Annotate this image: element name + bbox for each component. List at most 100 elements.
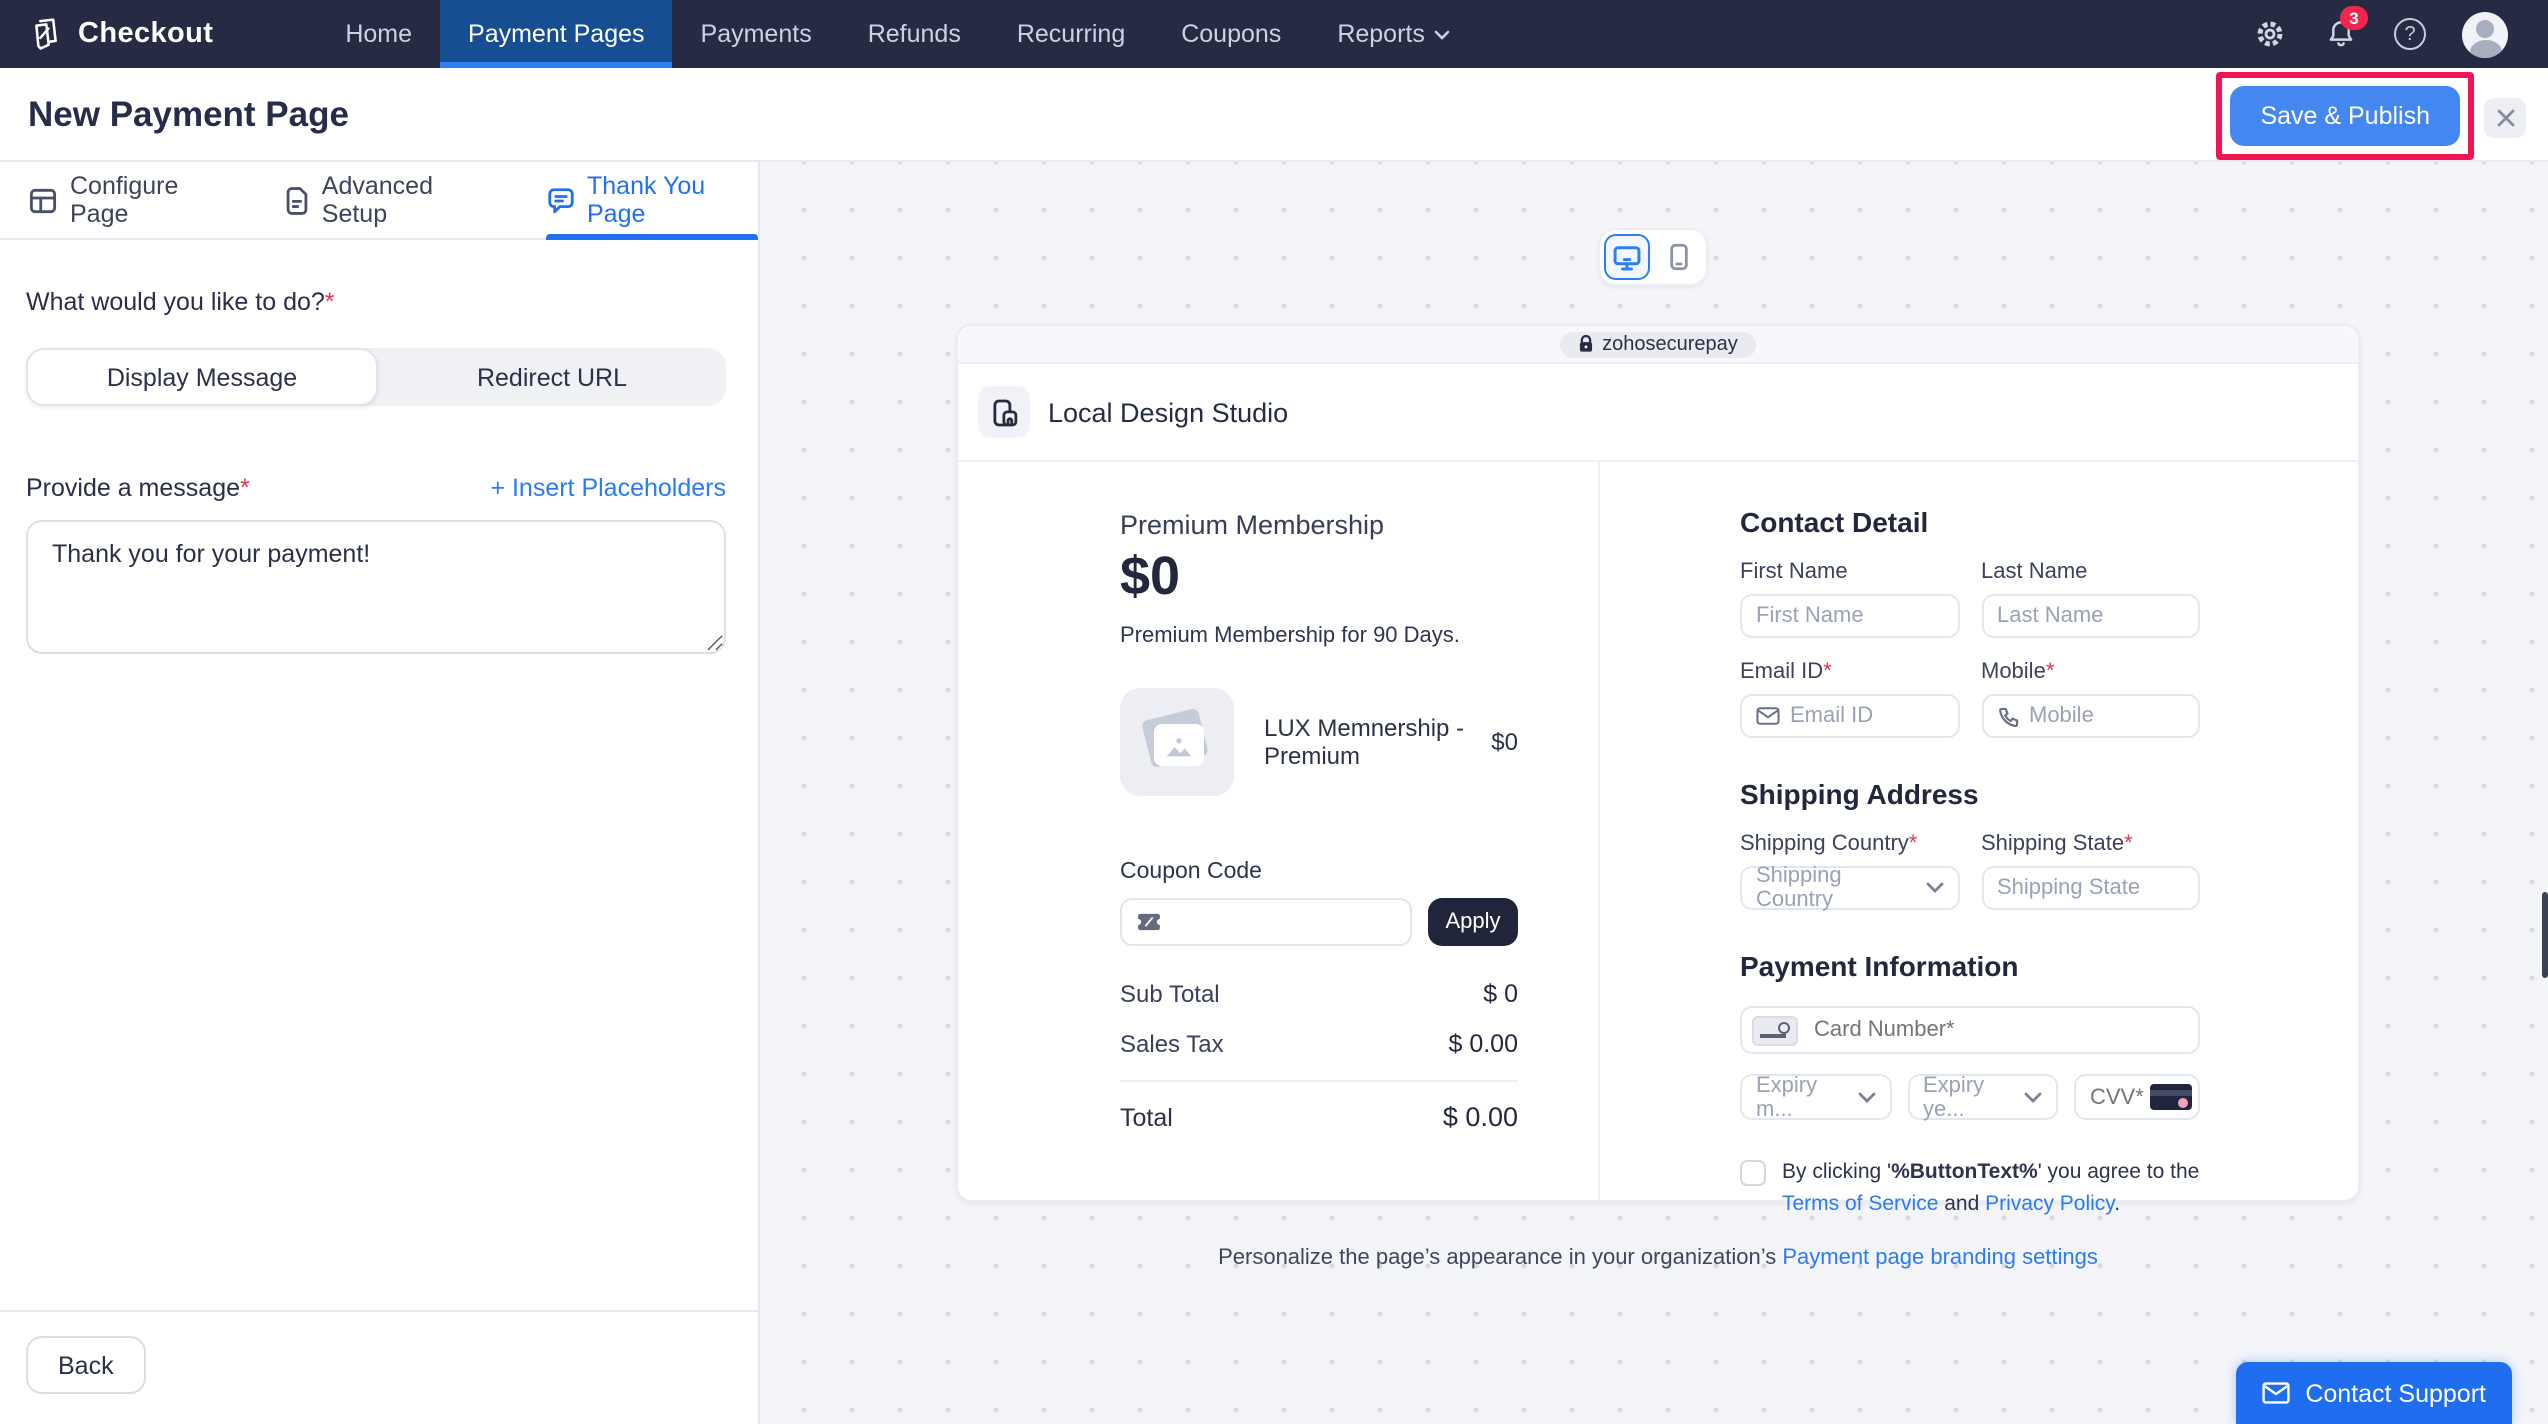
checkout-logo-icon bbox=[28, 16, 64, 52]
totals-divider bbox=[1120, 1080, 1518, 1082]
phone-icon bbox=[1997, 705, 2019, 727]
cvv-card-icon bbox=[2150, 1084, 2192, 1110]
last-name-input[interactable] bbox=[1997, 604, 2184, 628]
app-root: Checkout Home Payment Pages Payments Ref… bbox=[0, 0, 2548, 1424]
subtotal-row: Sub Total $ 0 bbox=[1120, 980, 1518, 1008]
settings-gear-icon[interactable] bbox=[2252, 16, 2288, 52]
chevron-down-icon bbox=[1435, 29, 1451, 39]
line-item-price: $0 bbox=[1491, 728, 1518, 756]
panel-footer: Back bbox=[0, 1310, 758, 1424]
envelope-icon bbox=[2261, 1382, 2289, 1404]
merchant-header: Local Design Studio bbox=[958, 364, 2358, 462]
total-row: Total $ 0.00 bbox=[1120, 1102, 1518, 1132]
branding-note: Personalize the page’s appearance in you… bbox=[956, 1246, 2360, 1270]
checkout-preview-card: zohosecurepay Local Design Studio Premiu… bbox=[956, 324, 2360, 1202]
branding-settings-link[interactable]: Payment page branding settings bbox=[1782, 1246, 2098, 1270]
message-textarea[interactable]: Thank you for your payment! bbox=[26, 520, 726, 654]
nav-item-home[interactable]: Home bbox=[317, 0, 440, 68]
preview-body: Premium Membership $0 Premium Membership… bbox=[958, 462, 2358, 1200]
expiry-month-select[interactable]: Expiry m... bbox=[1740, 1074, 1891, 1120]
thank-you-settings: What would you like to do?* Display Mess… bbox=[0, 240, 758, 664]
email-mobile-row: Email ID* Mobile* bbox=[1740, 660, 2200, 738]
tab-bar: Configure Page Advanced Setup bbox=[0, 162, 758, 240]
action-segmented-control: Display Message Redirect URL bbox=[26, 348, 726, 406]
secure-badge: zohosecurepay bbox=[1560, 331, 1756, 357]
nav-item-reports[interactable]: Reports bbox=[1309, 0, 1479, 68]
nav-item-coupons[interactable]: Coupons bbox=[1153, 0, 1309, 68]
card-number-input[interactable] bbox=[1814, 1018, 2188, 1042]
button-text-token: %ButtonText% bbox=[1891, 1160, 2038, 1184]
option-redirect-url[interactable]: Redirect URL bbox=[378, 348, 726, 406]
nav-right-cluster: 3 ? bbox=[2252, 0, 2548, 68]
expiry-year-select[interactable]: Expiry ye... bbox=[1907, 1074, 2058, 1120]
name-fields-row: First Name Last Name bbox=[1740, 560, 2200, 638]
mobile-input[interactable] bbox=[2029, 704, 2184, 728]
email-input[interactable] bbox=[1790, 704, 1943, 728]
tab-thank-you-page[interactable]: Thank You Page bbox=[545, 162, 758, 238]
cvv-field[interactable] bbox=[2074, 1074, 2200, 1120]
contact-detail-heading: Contact Detail bbox=[1740, 506, 2200, 538]
mobile-phone-icon bbox=[1668, 242, 1690, 272]
user-avatar[interactable] bbox=[2462, 11, 2508, 57]
terms-of-service-link[interactable]: Terms of Service bbox=[1782, 1192, 1938, 1216]
coupon-code-input[interactable] bbox=[1120, 898, 1412, 946]
shipping-state-input[interactable] bbox=[1997, 876, 2184, 900]
credit-card-icon bbox=[1752, 1015, 1798, 1045]
desktop-preview-button[interactable] bbox=[1604, 234, 1650, 280]
shipping-address-heading: Shipping Address bbox=[1740, 778, 2200, 810]
layout-icon bbox=[28, 185, 58, 215]
card-number-field[interactable] bbox=[1740, 1006, 2200, 1054]
message-label: Provide a message* bbox=[26, 474, 250, 502]
close-icon bbox=[2495, 108, 2515, 128]
email-label: Email ID* bbox=[1740, 660, 1959, 684]
nav-menu: Home Payment Pages Payments Refunds Recu… bbox=[317, 0, 1479, 68]
action-question-label: What would you like to do?* bbox=[26, 288, 726, 316]
mobile-preview-button[interactable] bbox=[1656, 234, 1702, 280]
document-icon bbox=[284, 185, 310, 215]
first-name-input[interactable] bbox=[1756, 604, 1943, 628]
shipping-country-select[interactable]: Shipping Country bbox=[1740, 866, 1959, 910]
order-summary: Premium Membership $0 Premium Membership… bbox=[958, 462, 1598, 1200]
product-image-placeholder bbox=[1120, 688, 1234, 796]
scrollbar-thumb[interactable] bbox=[2541, 892, 2548, 978]
privacy-policy-link[interactable]: Privacy Policy bbox=[1985, 1192, 2114, 1216]
chevron-down-icon bbox=[1925, 882, 1943, 894]
coupon-ticket-icon bbox=[1136, 912, 1162, 932]
back-button[interactable]: Back bbox=[26, 1336, 146, 1394]
apply-coupon-button[interactable]: Apply bbox=[1428, 898, 1518, 946]
merchant-name: Local Design Studio bbox=[1048, 397, 1288, 427]
preview-address-bar: zohosecurepay bbox=[958, 326, 2358, 364]
nav-item-recurring[interactable]: Recurring bbox=[989, 0, 1153, 68]
first-name-label: First Name bbox=[1740, 560, 1959, 584]
coupon-code-label: Coupon Code bbox=[1120, 860, 1518, 884]
tab-configure-page[interactable]: Configure Page bbox=[28, 162, 232, 238]
merchant-logo-icon bbox=[978, 386, 1030, 438]
plan-price: $0 bbox=[1120, 546, 1518, 608]
brand[interactable]: Checkout bbox=[0, 0, 213, 68]
line-item-name: LUX Memnership - Premium bbox=[1264, 714, 1465, 770]
nav-item-refunds[interactable]: Refunds bbox=[840, 0, 989, 68]
cvv-input[interactable] bbox=[2090, 1085, 2150, 1109]
contact-support-button[interactable]: Contact Support bbox=[2235, 1362, 2512, 1424]
shipping-state-label: Shipping State* bbox=[1981, 832, 2200, 856]
nav-item-payment-pages[interactable]: Payment Pages bbox=[440, 0, 673, 68]
page-header: New Payment Page Save & Publish bbox=[0, 68, 2548, 162]
desktop-monitor-icon bbox=[1612, 243, 1642, 271]
option-display-message[interactable]: Display Message bbox=[26, 348, 378, 406]
terms-text: By clicking '%ButtonText%' you agree to … bbox=[1782, 1158, 2200, 1221]
insert-placeholders-link[interactable]: + Insert Placeholders bbox=[490, 474, 726, 502]
help-icon[interactable]: ? bbox=[2392, 16, 2428, 52]
message-label-row: Provide a message* + Insert Placeholders bbox=[26, 474, 726, 502]
terms-row: By clicking '%ButtonText%' you agree to … bbox=[1740, 1158, 2200, 1221]
terms-checkbox[interactable] bbox=[1740, 1160, 1766, 1186]
expiry-cvv-row: Expiry m... Expiry ye... bbox=[1740, 1074, 2200, 1120]
tab-advanced-setup[interactable]: Advanced Setup bbox=[284, 162, 493, 238]
notifications-bell-icon[interactable]: 3 bbox=[2322, 16, 2358, 52]
nav-item-payments[interactable]: Payments bbox=[673, 0, 840, 68]
photo-icon bbox=[1162, 731, 1196, 759]
close-button[interactable] bbox=[2484, 98, 2526, 138]
plan-name: Premium Membership bbox=[1120, 510, 1518, 540]
save-publish-button[interactable]: Save & Publish bbox=[2230, 86, 2460, 146]
chevron-down-icon bbox=[2024, 1091, 2042, 1103]
notification-count-badge: 3 bbox=[2340, 6, 2368, 30]
